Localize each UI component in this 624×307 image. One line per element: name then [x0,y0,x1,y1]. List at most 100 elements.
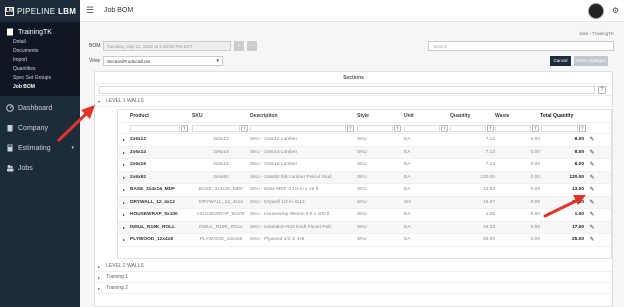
product-cell: 2x6x16 [130,162,147,168]
table-row[interactable]: ▸ INSUL_R19K_ROLL INSUL_R19K_ROLL SKU - Ins… [118,221,611,234]
edit-pencil-icon[interactable]: ✎ [584,224,600,231]
sidebar-item-trainingtk[interactable]: TrainingTK [0,26,80,38]
search-input[interactable]: Search [428,41,614,51]
chevron-right-icon[interactable]: ▸ [98,286,106,291]
avatar[interactable] [588,3,604,19]
edit-pencil-icon[interactable]: ✎ [584,186,600,193]
subnav-import[interactable]: Import [13,56,80,65]
filter-icon[interactable]: ⊤ [241,125,248,132]
quantity-cell: 25.00 [482,237,495,243]
chevron-right-icon[interactable]: ▸ [98,264,106,269]
col-waste[interactable]: Waste [495,113,540,119]
style-cell: SKU [357,199,367,205]
menu-icon[interactable]: ☰ [86,5,100,16]
chevron-down-icon[interactable]: ▾ [98,99,106,104]
product-cell: 2x6x92 [130,174,147,180]
filter-icon[interactable]: ⊤ [347,125,354,132]
table-row[interactable]: ▸ HOUSEWRAP_9x100 HOUSEWRAP_9x100 SKU - Hou… [118,209,611,222]
more-options-button[interactable]: ··· [247,41,257,51]
sku-filter-input[interactable] [192,125,240,132]
subnav-quantities[interactable]: Quantities [13,65,80,74]
expand-row-icon[interactable]: ▸ [118,225,130,230]
edit-pencil-icon[interactable]: ✎ [584,174,600,181]
edit-pencil-icon[interactable]: ✎ [584,199,600,206]
expand-row-icon[interactable]: ▸ [118,162,130,167]
table-row[interactable]: ▸ BASE_314x16_MDF BASE_314x16_MDF SKU - Bas… [118,184,611,197]
subnav-spec-set-groups[interactable]: Spec Set Groups [13,74,80,83]
table-row[interactable]: ▸ PLYWOOD_12x4x8 PLYWOOD_12x4x8 SKU - Plywo… [118,234,611,247]
description-cell: SKU - Insulation R19 Kraft Faced Roll [250,224,331,230]
total-filter-input[interactable] [541,125,578,132]
style-filter-input[interactable] [357,125,393,132]
table-row[interactable]: ▸ 2x6x16 2x6x16 SKU - 2x6x16 Lumber SKU EA 7.1… [118,159,611,172]
subnav-detail[interactable]: Detail [13,38,80,47]
save-changes-button[interactable]: Save Changes [574,56,608,66]
chevron-right-icon[interactable]: ▸ [98,275,106,280]
expand-row-icon[interactable]: ▸ [118,137,130,142]
edit-pencil-icon[interactable]: ✎ [584,211,600,218]
unit-filter-input[interactable] [404,125,440,132]
subnav-job-bom[interactable]: Job BOM [13,83,80,92]
gear-icon[interactable]: ⚙ [612,6,619,15]
table-row[interactable]: ▸ 2x6x92 2x6x92 SKU - 2x6x92 5/8 Lumber Pre… [118,171,611,184]
view-label: View [89,58,100,64]
total-quantity-cell: 13.00 [571,187,584,193]
brand-logo[interactable]: LM PIPELINE LBM [0,0,80,22]
logo-mark: LM [5,6,14,16]
edit-pencil-icon[interactable]: ✎ [584,136,600,143]
table-row[interactable]: ▸ DRYWALL_12_4x12 DRYWALL_12_4x12 SKU - Dry… [118,196,611,209]
description-filter-input[interactable] [250,125,346,132]
section-row-training-1[interactable]: ▸ Training 1 [95,272,612,283]
unit-cell: EA [404,212,411,218]
filter-icon[interactable]: ⊤ [181,125,188,132]
waste-filter-input[interactable] [495,125,531,132]
sku-cell: PLYWOOD_12x4x8 [199,237,243,243]
bom-date-input[interactable]: Tuesday, July 12, 2022 at 4:40:00 PM EDT [103,41,231,51]
filter-icon[interactable]: ⊤ [487,125,494,132]
main-content: Jobs › TrainingTK BOM Tuesday, July 12, … [80,22,624,307]
section-row-training-2[interactable]: ▸ Training 2 [95,283,612,294]
breadcrumb[interactable]: Jobs › TrainingTK [579,31,614,36]
sidebar-item-company[interactable]: Company [0,118,80,138]
style-cell: SKU [357,162,367,168]
col-product[interactable]: Product [130,113,192,119]
sections-filter-row: ⊤ [95,84,612,96]
section-row-level-1-walls[interactable]: ▾ LEVEL 1 WALLS [95,96,612,107]
col-total-quantity[interactable]: Total Quantity [540,113,584,119]
col-quantity[interactable]: Quantity [450,113,495,119]
sidebar-item-estimating[interactable]: Estimating ▾ [0,138,80,158]
expand-row-icon[interactable]: ▸ [118,212,130,217]
expand-row-icon[interactable]: ▸ [118,187,130,192]
col-style[interactable]: Style [357,113,404,119]
waste-cell: 0.00 [530,174,540,180]
col-description[interactable]: Description [250,113,357,119]
filter-icon[interactable]: ⊤ [441,125,448,132]
description-cell: SKU - Plywood 1/2 in 4x8 [250,237,305,243]
view-select[interactable]: Section/Products/Use ▾ [103,56,223,66]
product-filter-input[interactable] [130,125,180,132]
subnav-documents[interactable]: Documents [13,47,80,56]
table-row[interactable]: ▸ 2x6x12 2x6x12 SKU - 2x6x12 Lumber SKU EA 7.1… [118,134,611,147]
add-bom-button[interactable]: + [234,41,244,51]
expand-row-icon[interactable]: ▸ [118,237,130,242]
filter-icon[interactable]: ⊤ [394,125,401,132]
expand-row-icon[interactable]: ▸ [118,150,130,155]
filter-icon[interactable]: ⊤ [579,125,586,132]
sections-filter-input[interactable] [99,86,595,94]
sidebar-item-dashboard[interactable]: Dashboard [0,98,80,118]
table-row[interactable]: ▸ 2x6x14 2x6x14 SKU - 2x6x14 Lumber SKU EA 7.1… [118,146,611,159]
edit-pencil-icon[interactable]: ✎ [584,161,600,168]
edit-pencil-icon[interactable]: ✎ [584,149,600,156]
filter-icon[interactable]: ⊤ [598,86,606,94]
expand-row-icon[interactable]: ▸ [118,200,130,205]
expand-row-icon[interactable]: ▸ [118,175,130,180]
quantity-filter-input[interactable] [450,125,486,132]
col-unit[interactable]: Unit [404,113,450,119]
style-cell: SKU [357,187,367,193]
col-sku[interactable]: SKU [192,113,250,119]
section-row-level-2-walls[interactable]: ▸ LEVEL 2 WALLS [95,261,612,272]
filter-icon[interactable]: ⊤ [532,125,539,132]
cancel-button[interactable]: Cancel [550,56,571,66]
sidebar-item-jobs[interactable]: Jobs [0,158,80,178]
edit-pencil-icon[interactable]: ✎ [584,236,600,243]
